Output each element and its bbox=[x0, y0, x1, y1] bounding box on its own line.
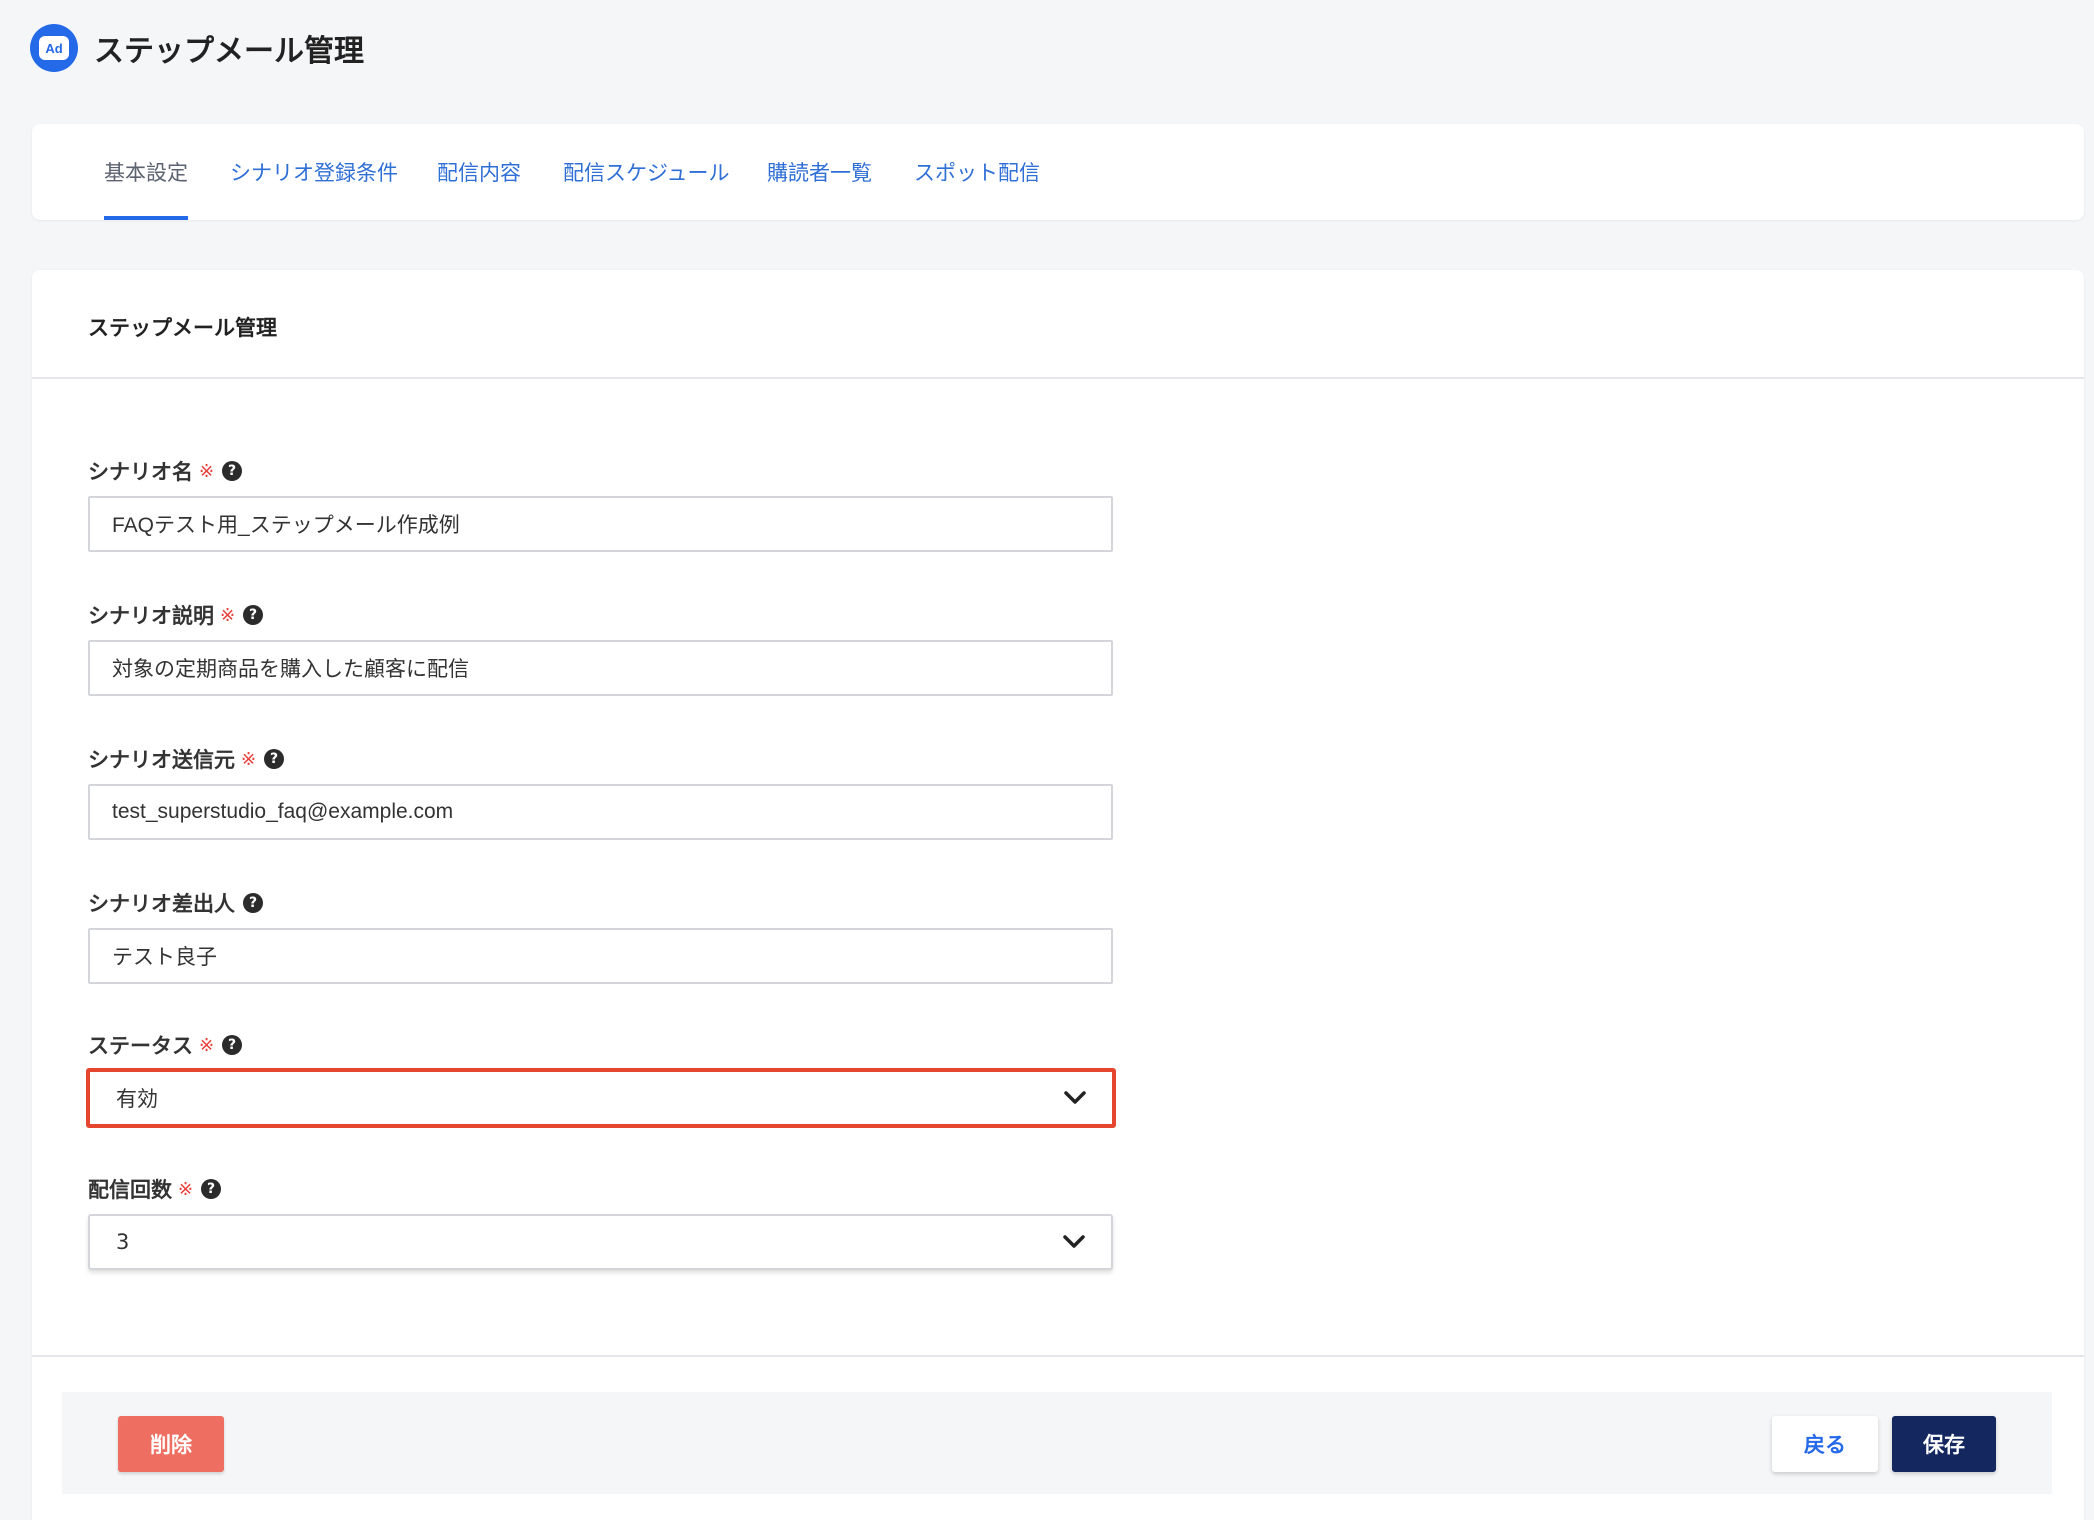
status-label-text: ステータス bbox=[88, 1034, 193, 1058]
scenario-description-label-text: シナリオ説明 bbox=[88, 604, 214, 628]
required-mark: ※ bbox=[220, 604, 236, 626]
help-icon[interactable]: ? bbox=[201, 1179, 222, 1199]
back-button[interactable]: 戻る bbox=[1772, 1416, 1878, 1472]
delivery-count-select[interactable]: 3 bbox=[88, 1214, 1113, 1270]
required-mark: ※ bbox=[178, 1178, 194, 1200]
logo-text: Ad bbox=[39, 36, 69, 60]
delivery-count-select-value: 3 bbox=[116, 1230, 130, 1254]
help-icon[interactable]: ? bbox=[243, 893, 263, 913]
scenario-name-label-text: シナリオ名 bbox=[88, 460, 193, 484]
tab-scenario-conditions[interactable]: シナリオ登録条件 bbox=[230, 124, 398, 220]
tab-delivery-schedule[interactable]: 配信スケジュール bbox=[563, 124, 730, 220]
main-card: ステップメール管理 シナリオ名 ※ ? FAQテスト用_ステップメール作成例 シ… bbox=[32, 270, 2084, 1520]
card-title: ステップメール管理 bbox=[88, 316, 277, 340]
status-select-value: 有効 bbox=[116, 1087, 158, 1111]
delivery-count-label-text: 配信回数 bbox=[88, 1178, 172, 1202]
save-button[interactable]: 保存 bbox=[1892, 1416, 1996, 1472]
scenario-description-label: シナリオ説明 ※ ? bbox=[88, 600, 264, 630]
help-icon[interactable]: ? bbox=[222, 461, 243, 481]
scenario-sender-label-text: シナリオ送信元 bbox=[88, 748, 235, 772]
scenario-description-input[interactable]: 対象の定期商品を購入した顧客に配信 bbox=[88, 640, 1113, 696]
scenario-sender-label: シナリオ送信元 ※ ? bbox=[88, 744, 285, 774]
help-icon[interactable]: ? bbox=[243, 605, 264, 625]
tab-basic-settings[interactable]: 基本設定 bbox=[104, 124, 188, 220]
required-mark: ※ bbox=[241, 748, 257, 770]
footer-actions: 削除 戻る 保存 bbox=[62, 1392, 2052, 1494]
footer-divider bbox=[32, 1355, 2084, 1357]
required-mark: ※ bbox=[199, 460, 215, 482]
tab-bar: 基本設定 シナリオ登録条件 配信内容 配信スケジュール 購読者一覧 スポット配信 bbox=[32, 124, 2084, 220]
scenario-from-name-label: シナリオ差出人 ? bbox=[88, 888, 263, 918]
scenario-from-name-label-text: シナリオ差出人 bbox=[88, 892, 235, 916]
status-select[interactable]: 有効 bbox=[86, 1068, 1116, 1128]
tab-subscriber-list[interactable]: 購読者一覧 bbox=[767, 124, 872, 220]
scenario-sender-input[interactable]: test_superstudio_faq@example.com bbox=[88, 784, 1113, 840]
delivery-count-label: 配信回数 ※ ? bbox=[88, 1174, 222, 1204]
delete-button[interactable]: 削除 bbox=[118, 1416, 224, 1472]
tab-spot-delivery[interactable]: スポット配信 bbox=[914, 124, 1040, 220]
app-logo-icon: Ad bbox=[30, 24, 78, 72]
page-title: ステップメール管理 bbox=[94, 34, 364, 69]
required-mark: ※ bbox=[199, 1034, 215, 1056]
status-label: ステータス ※ ? bbox=[88, 1030, 243, 1060]
help-icon[interactable]: ? bbox=[222, 1035, 243, 1055]
scenario-name-label: シナリオ名 ※ ? bbox=[88, 456, 243, 486]
help-icon[interactable]: ? bbox=[264, 749, 285, 769]
header-divider bbox=[32, 377, 2084, 379]
chevron-down-icon bbox=[1063, 1235, 1085, 1248]
scenario-name-input[interactable]: FAQテスト用_ステップメール作成例 bbox=[88, 496, 1113, 552]
tab-delivery-content[interactable]: 配信内容 bbox=[437, 124, 521, 220]
chevron-down-icon bbox=[1064, 1091, 1086, 1104]
page-header: Ad ステップメール管理 bbox=[30, 22, 364, 74]
scenario-from-name-input[interactable]: テスト良子 bbox=[88, 928, 1113, 984]
